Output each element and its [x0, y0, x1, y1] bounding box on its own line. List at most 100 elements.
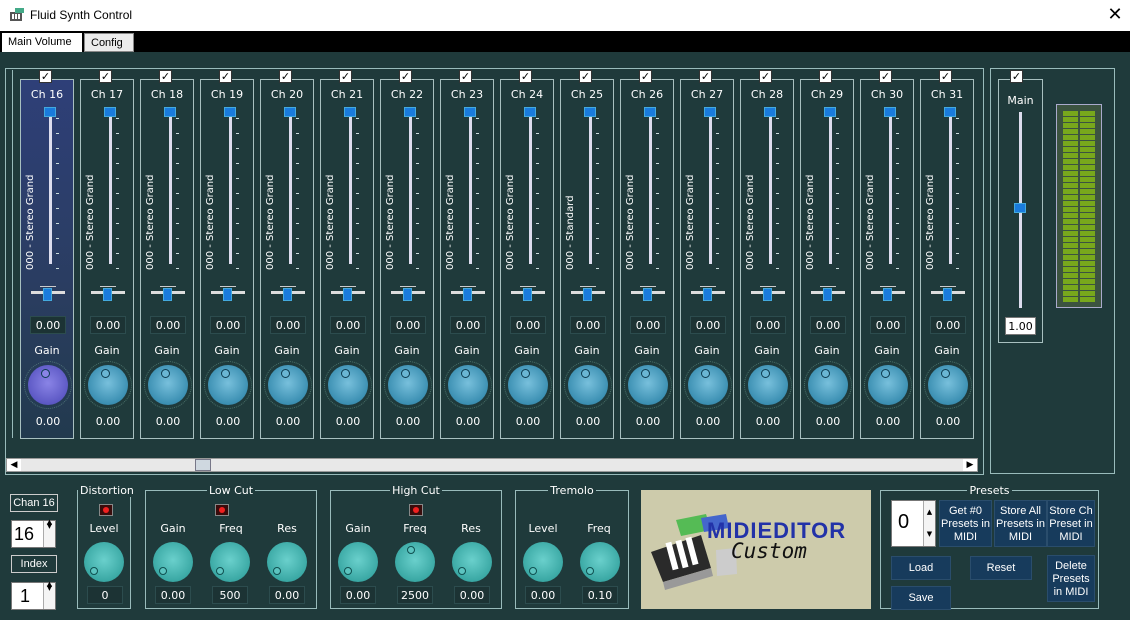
pan-slider-thumb[interactable]	[823, 288, 832, 301]
channel-volume-slider[interactable]	[280, 107, 300, 117]
pan-slider-thumb[interactable]	[643, 288, 652, 301]
channel-volume-slider[interactable]	[160, 107, 180, 117]
channel-volume-slider[interactable]	[40, 107, 60, 117]
distortion-led-toggle[interactable]	[99, 504, 113, 516]
gain-knob[interactable]	[28, 365, 68, 405]
gain-knob[interactable]	[928, 365, 968, 405]
channel-enable-checkbox[interactable]: ✓	[879, 70, 892, 83]
channel-volume-slider[interactable]	[220, 107, 240, 117]
main-enable-checkbox[interactable]: ✓	[1010, 70, 1023, 83]
pan-slider-thumb[interactable]	[283, 288, 292, 301]
channel-volume-slider[interactable]	[340, 107, 360, 117]
store-ch-preset-button[interactable]: Store Ch Preset in MIDI	[1047, 500, 1095, 547]
spin-arrows-icon[interactable]: ▲ ▼	[43, 581, 55, 609]
pan-slider[interactable]	[451, 280, 485, 301]
channel-enable-checkbox[interactable]: ✓	[519, 70, 532, 83]
pan-slider[interactable]	[871, 280, 905, 301]
spin-arrows-icon[interactable]: ▲ ▼	[923, 501, 935, 546]
reset-button[interactable]: Reset	[970, 556, 1032, 580]
channel-volume-slider[interactable]	[640, 107, 660, 117]
pan-slider-thumb[interactable]	[223, 288, 232, 301]
channel-volume-slider[interactable]	[460, 107, 480, 117]
channel-enable-checkbox[interactable]: ✓	[39, 70, 52, 83]
main-volume-value[interactable]: 1.00	[1005, 317, 1036, 335]
scroll-right-icon[interactable]: ▶	[963, 459, 977, 471]
close-icon[interactable]: ✕	[1102, 2, 1128, 28]
gain-knob[interactable]	[268, 365, 308, 405]
gain-knob[interactable]	[508, 365, 548, 405]
channel-enable-checkbox[interactable]: ✓	[759, 70, 772, 83]
pan-slider-thumb[interactable]	[523, 288, 532, 301]
gain-knob[interactable]	[748, 365, 788, 405]
channel-enable-checkbox[interactable]: ✓	[399, 70, 412, 83]
lowcut-gain-knob[interactable]	[153, 542, 193, 582]
pan-slider[interactable]	[91, 280, 125, 301]
preset-spinbox[interactable]: 0 ▲ ▼	[891, 500, 936, 547]
pan-slider[interactable]	[391, 280, 425, 301]
gain-knob[interactable]	[388, 365, 428, 405]
tab-config[interactable]: Config	[84, 33, 134, 52]
channel-enable-checkbox[interactable]: ✓	[699, 70, 712, 83]
pan-slider-thumb[interactable]	[883, 288, 892, 301]
pan-slider-thumb[interactable]	[943, 288, 952, 301]
highcut-gain-knob[interactable]	[338, 542, 378, 582]
pan-slider-thumb[interactable]	[583, 288, 592, 301]
lowcut-led-toggle[interactable]	[215, 504, 229, 516]
distortion-level-knob[interactable]	[84, 542, 124, 582]
index-spinbox[interactable]: 1 ▲ ▼	[11, 581, 56, 610]
tremolo-freq-knob[interactable]	[580, 542, 620, 582]
pan-slider[interactable]	[631, 280, 665, 301]
channel-enable-checkbox[interactable]: ✓	[579, 70, 592, 83]
channel-spinbox[interactable]: 16 ▲ ▼	[11, 519, 56, 548]
channel-enable-checkbox[interactable]: ✓	[159, 70, 172, 83]
spin-arrows-icon[interactable]: ▲ ▼	[43, 519, 55, 547]
tab-main-volume[interactable]: Main Volume	[2, 33, 82, 52]
channel-volume-slider[interactable]	[580, 107, 600, 117]
channel-enable-checkbox[interactable]: ✓	[219, 70, 232, 83]
pan-slider[interactable]	[151, 280, 185, 301]
gain-knob[interactable]	[208, 365, 248, 405]
pan-slider[interactable]	[931, 280, 965, 301]
store-all-presets-button[interactable]: Store All Presets in MIDI	[994, 500, 1047, 547]
pan-slider[interactable]	[751, 280, 785, 301]
channel-volume-slider[interactable]	[880, 107, 900, 117]
get-presets-button[interactable]: Get #0 Presets in MIDI	[939, 500, 992, 547]
pan-slider[interactable]	[691, 280, 725, 301]
lowcut-res-knob[interactable]	[267, 542, 307, 582]
channel-enable-checkbox[interactable]: ✓	[639, 70, 652, 83]
pan-slider[interactable]	[571, 280, 605, 301]
highcut-res-knob[interactable]	[452, 542, 492, 582]
channel-enable-checkbox[interactable]: ✓	[819, 70, 832, 83]
channel-volume-slider[interactable]	[820, 107, 840, 117]
pan-slider-thumb[interactable]	[103, 288, 112, 301]
gain-knob[interactable]	[688, 365, 728, 405]
channel-enable-checkbox[interactable]: ✓	[99, 70, 112, 83]
channel-enable-checkbox[interactable]: ✓	[339, 70, 352, 83]
scroll-left-icon[interactable]: ◀	[7, 459, 21, 471]
pan-slider-thumb[interactable]	[403, 288, 412, 301]
gain-knob[interactable]	[568, 365, 608, 405]
pan-slider-thumb[interactable]	[763, 288, 772, 301]
pan-slider-thumb[interactable]	[463, 288, 472, 301]
lowcut-freq-knob[interactable]	[210, 542, 250, 582]
channel-volume-slider[interactable]	[100, 107, 120, 117]
channel-volume-slider[interactable]	[520, 107, 540, 117]
channel-volume-slider[interactable]	[700, 107, 720, 117]
main-volume-slider[interactable]	[1010, 203, 1030, 213]
pan-slider[interactable]	[331, 280, 365, 301]
delete-presets-button[interactable]: Delete Presets in MIDI	[1047, 555, 1095, 602]
pan-slider-thumb[interactable]	[43, 288, 52, 301]
pan-slider-thumb[interactable]	[163, 288, 172, 301]
channel-scrollbar[interactable]: ◀ ▶	[6, 458, 978, 472]
highcut-freq-knob[interactable]	[395, 542, 435, 582]
channel-volume-slider[interactable]	[760, 107, 780, 117]
channel-volume-slider[interactable]	[940, 107, 960, 117]
pan-slider[interactable]	[211, 280, 245, 301]
save-button[interactable]: Save	[891, 586, 951, 610]
pan-slider-thumb[interactable]	[343, 288, 352, 301]
pan-slider[interactable]	[31, 280, 65, 301]
load-button[interactable]: Load	[891, 556, 951, 580]
gain-knob[interactable]	[448, 365, 488, 405]
gain-knob[interactable]	[808, 365, 848, 405]
tremolo-level-knob[interactable]	[523, 542, 563, 582]
